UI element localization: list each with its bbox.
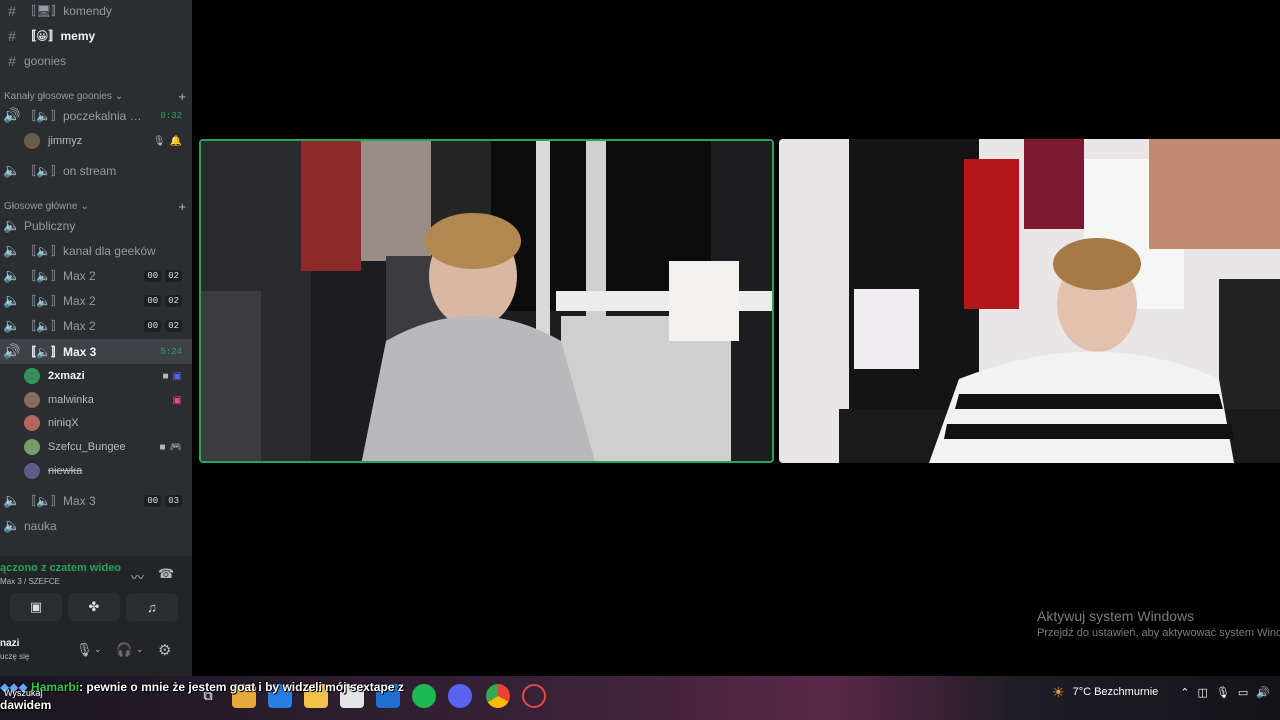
voice-channel-publiczny[interactable]: 🔈 Publiczny	[0, 213, 192, 238]
video-tile[interactable]	[779, 139, 1280, 463]
activities-button[interactable]: ✤	[68, 593, 120, 621]
hash-icon: #	[8, 2, 16, 19]
activation-watermark-subtitle: Przejdź do ustawień, aby aktywować syste…	[1037, 627, 1280, 639]
avatar	[24, 133, 40, 149]
weather-text[interactable]: 7°C Bezchmurnie	[1073, 686, 1159, 698]
channel-sidebar: # 〚🖥〛komendy # 〚😀〛memy # goonies Kanały …	[0, 0, 192, 676]
microphone-icon[interactable]: 🎙	[76, 642, 93, 658]
speaker-icon: 🔈	[3, 492, 21, 508]
voice-channel-max2[interactable]: 🔈 〚🔈〛Max 2 00 02	[0, 288, 192, 313]
chat-message-continued: dawidem	[0, 698, 52, 712]
noise-suppression-icon[interactable]: 〰	[131, 567, 144, 586]
speaker-icon: 🔊	[3, 107, 21, 123]
hash-icon: #	[8, 27, 16, 44]
voice-user-niewka[interactable]: niewka	[24, 460, 188, 482]
voice-channel-geekow[interactable]: 🔈 〚🔈〛kanał dla geeków	[0, 238, 192, 263]
voice-user-malwinka[interactable]: malwinka ▣	[24, 389, 188, 411]
obs-icon[interactable]	[522, 684, 546, 708]
headphones-icon[interactable]: 🎧	[116, 642, 132, 658]
voice-channel-poczekalnia[interactable]: 🔊 〚🔈〛poczekalnia on... 0:32	[0, 103, 192, 128]
voice-channel-max3[interactable]: 🔈 〚🔈〛Max 3 00 03	[0, 488, 192, 513]
soundboard-button[interactable]: ♫	[126, 593, 178, 621]
video-tile-speaking[interactable]	[199, 139, 774, 463]
activation-watermark-title: Aktywuj system Windows	[1037, 608, 1195, 624]
speaker-icon: 🔈	[3, 317, 21, 333]
gamepad-icon: 🎮	[169, 441, 182, 453]
activity-icon: ▣	[172, 394, 182, 406]
voice-channel-path[interactable]: Max 3 / SZEFCE	[0, 577, 60, 586]
muted-icon: 🎙	[152, 135, 166, 147]
gear-icon[interactable]: ⚙	[158, 641, 171, 659]
activity-icon: ▣	[172, 370, 182, 382]
camera-icon: ■	[159, 441, 166, 453]
current-user-name: nazi	[0, 638, 20, 649]
soundboard-icon: ♫	[147, 599, 157, 615]
camera-icon[interactable]: ◫	[1198, 686, 1208, 699]
avatar	[24, 463, 40, 479]
chevron-up-icon[interactable]: ⌃	[1180, 686, 1189, 699]
camera-icon: ■	[162, 370, 169, 382]
channel-komendy[interactable]: # 〚🖥〛komendy	[0, 0, 192, 23]
voice-channel-max2[interactable]: 🔈 〚🔈〛Max 2 00 02	[0, 263, 192, 288]
chevron-down-icon: ⌄	[80, 201, 89, 212]
chat-message: : pewnie o mnie że jestem goat i by widz…	[79, 680, 404, 694]
voice-user-niniqx[interactable]: niniqX	[24, 412, 188, 434]
voice-connection-panel: ączono z czatem wideo Max 3 / SZEFCE 〰 ☎…	[0, 556, 192, 676]
voice-user-szefcu[interactable]: Szefcu_Bungee ■ 🎮	[24, 436, 188, 458]
screen-share-icon: ▣	[29, 599, 43, 614]
avatar	[24, 368, 40, 384]
webcam-feed-image	[779, 139, 1280, 463]
speaker-icon: 🔈	[3, 242, 21, 258]
disconnect-icon[interactable]: ☎	[158, 566, 174, 582]
channel-memy[interactable]: # 〚😀〛memy	[0, 23, 192, 48]
volume-icon[interactable]: 🔊	[1256, 686, 1270, 699]
screen-share-button[interactable]: ▣	[10, 593, 62, 621]
avatar	[24, 415, 40, 431]
avatar	[24, 392, 40, 408]
channel-goonies[interactable]: # goonies	[0, 48, 192, 73]
speaker-icon: 🔈	[3, 217, 21, 233]
webcam-feed-image	[201, 141, 772, 461]
microphone-icon[interactable]: 🎙	[1216, 686, 1230, 699]
chrome-icon[interactable]	[486, 684, 510, 708]
system-tray: ☀ 7°C Bezchmurnie ⌃ ◫ 🎙 ▭ 🔊	[1052, 676, 1280, 708]
voice-user-2xmazi[interactable]: 2xmazi ■ ▣	[24, 365, 188, 387]
speaker-icon: 🔈	[3, 292, 21, 308]
chevron-down-icon[interactable]: ⌄	[94, 644, 102, 655]
weather-icon: ☀	[1052, 683, 1065, 700]
category-glosowe-glowne[interactable]: Głosowe główne ⌄ +	[4, 199, 186, 214]
voice-channel-nauka[interactable]: 🔈 nauka	[0, 513, 192, 538]
voice-channel-max3-active[interactable]: 🔊 〚🔈〛Max 3 5:24	[0, 339, 192, 364]
add-channel-icon[interactable]: +	[178, 89, 186, 104]
voice-status: ączono z czatem wideo	[0, 562, 122, 574]
speaker-icon: 🔊	[3, 343, 21, 359]
avatar	[24, 439, 40, 455]
speaker-icon: 🔈	[3, 162, 21, 178]
current-user-status: uczę się	[0, 652, 30, 661]
taskbar-search[interactable]: Wyszukaj	[4, 688, 42, 698]
speaker-icon: 🔈	[3, 517, 21, 533]
network-icon[interactable]: ▭	[1238, 686, 1248, 699]
speaker-icon: 🔈	[3, 267, 21, 283]
chevron-down-icon: ⌄	[114, 91, 124, 102]
chevron-down-icon[interactable]: ⌄	[136, 644, 144, 655]
add-channel-icon[interactable]: +	[178, 199, 186, 214]
voice-channel-on-stream[interactable]: 🔈 〚🔈〛on stream	[0, 158, 192, 183]
streaming-icon: 🔔	[169, 135, 182, 147]
activities-icon: ✤	[88, 599, 100, 614]
category-goonies[interactable]: Kanały głosowe goonies ⌄ +	[4, 89, 186, 104]
voice-user-jimmyz[interactable]: jimmyz 🎙 🔔	[24, 130, 188, 152]
hash-icon: #	[8, 52, 16, 69]
voice-channel-max2[interactable]: 🔈 〚🔈〛Max 2 00 02	[0, 313, 192, 338]
stream-chat-overlay: ◆◆◆ Hamarbi: pewnie o mnie że jestem goa…	[0, 678, 470, 714]
